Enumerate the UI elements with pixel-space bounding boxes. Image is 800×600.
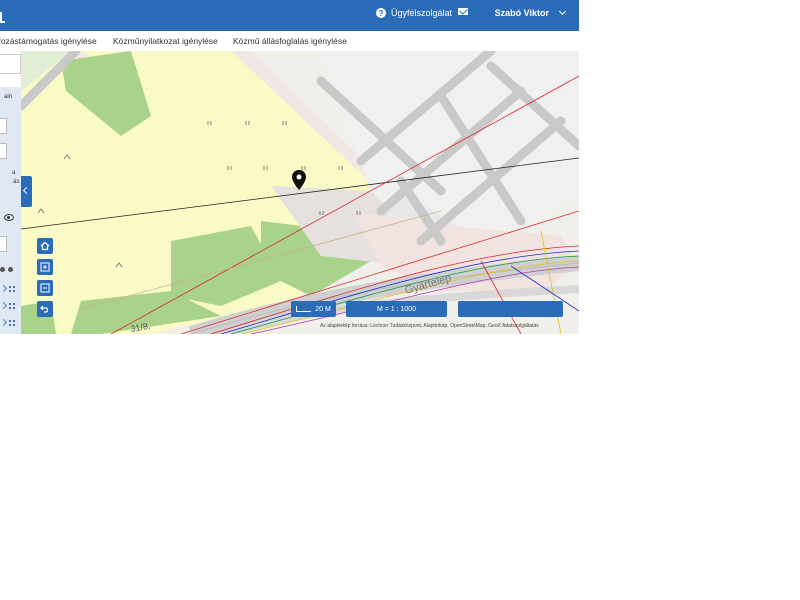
app: ? Ügyfélszolgálat Szabó Viktor rozástámo… <box>0 0 579 334</box>
layer-arrow-icon[interactable] <box>0 284 8 293</box>
layer-grid-icon[interactable] <box>9 286 15 292</box>
scale-label: 20 M <box>315 305 331 313</box>
tab-utility-position[interactable]: Közmű állásfoglalás igénylése <box>233 36 347 46</box>
help-link[interactable]: ? Ügyfélszolgálat <box>376 8 452 18</box>
zoom-in-button[interactable] <box>37 259 53 275</box>
layer-dot-icon <box>0 267 5 272</box>
user-menu[interactable]: Szabó Viktor <box>494 7 567 18</box>
layer-grid-icon[interactable] <box>9 320 15 326</box>
side-panel-field[interactable] <box>0 143 7 159</box>
map-graphics: Gyártelep 31/8. <box>21 51 579 334</box>
layer-arrow-icon[interactable] <box>0 318 8 327</box>
coordinate-bar[interactable] <box>458 301 563 317</box>
side-panel-text: a <box>12 170 16 176</box>
side-panel-text: ain <box>4 94 13 100</box>
ratio-label: M = 1 : 1000 <box>376 305 417 313</box>
zoom-out-icon <box>40 283 50 293</box>
tab-utility-statement[interactable]: Közműnyilatkozat igénylése <box>113 36 218 46</box>
messages-button[interactable] <box>458 8 468 15</box>
map-pin-icon[interactable] <box>292 170 306 190</box>
chevron-down-icon <box>558 7 567 16</box>
map-attribution: Az alaptérkép forrása: Lechner Tudásközp… <box>320 323 539 329</box>
tab-bar: rozástámogatás igénylése Közműnyilatkoza… <box>0 31 579 52</box>
side-panel-input[interactable] <box>0 54 21 74</box>
zoom-in-icon <box>40 262 50 272</box>
home-icon <box>40 241 50 251</box>
scale-bar-icon <box>296 306 312 312</box>
back-button[interactable] <box>37 301 53 317</box>
layer-grid-icon[interactable] <box>9 303 15 309</box>
tab-construction-support[interactable]: rozástámogatás igénylése <box>0 36 97 46</box>
collapse-panel-button[interactable] <box>21 176 32 207</box>
user-name: Szabó Viktor <box>494 8 549 18</box>
layer-arrow-icon[interactable] <box>0 301 8 310</box>
help-label: Ügyfélszolgálat <box>391 8 453 18</box>
ratio-selector[interactable]: M = 1 : 1000 <box>346 301 447 317</box>
layer-dot-icon[interactable] <box>8 267 13 272</box>
eye-icon[interactable] <box>4 214 14 221</box>
side-panel-field[interactable] <box>0 236 7 252</box>
mail-icon <box>458 8 468 15</box>
side-panel-text: ás <box>13 179 20 185</box>
scale-indicator: 20 M <box>291 301 336 317</box>
zoom-out-button[interactable] <box>37 280 53 296</box>
side-panel-field[interactable] <box>0 118 7 134</box>
back-icon <box>40 305 49 313</box>
home-button[interactable] <box>37 238 53 254</box>
layer-panel: ain a ás <box>0 87 21 334</box>
top-bar: ? Ügyfélszolgálat Szabó Viktor <box>0 0 579 31</box>
map-canvas[interactable]: Gyártelep 31/8. <box>21 51 579 334</box>
menu-edge-icon[interactable] <box>0 12 5 23</box>
side-panel: ain a ás <box>0 51 21 334</box>
help-icon: ? <box>376 8 386 18</box>
